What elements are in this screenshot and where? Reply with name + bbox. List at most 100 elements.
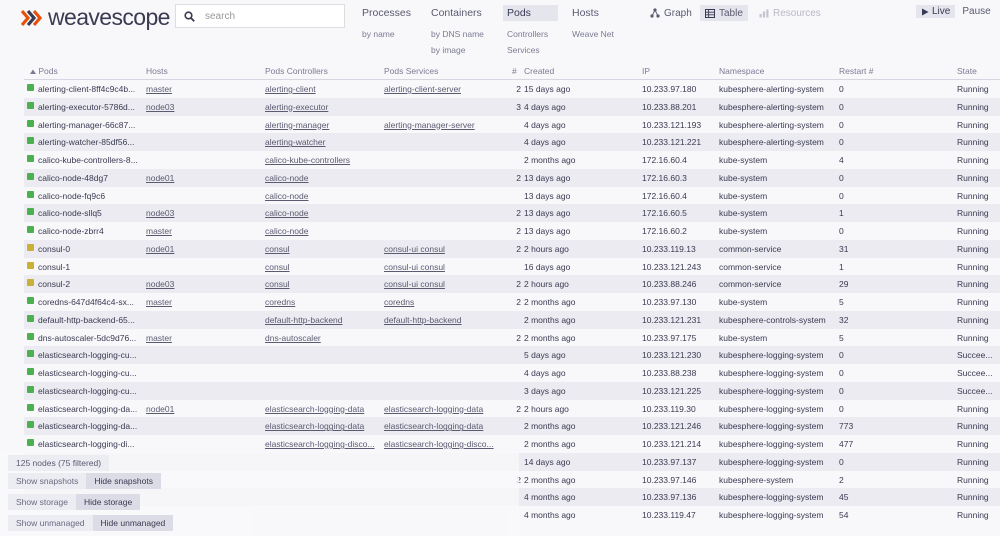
table-row[interactable]: calico-node-48dg7 node01 calico-node 2 13 da… xyxy=(24,168,1000,187)
table-row[interactable]: alerting-executor-5786d... node03 alerting… xyxy=(24,97,1000,116)
cell-ns: kubesphere-logging-system xyxy=(719,510,824,520)
table-row[interactable]: calico-kube-controllers-8... calico-kube-… xyxy=(24,151,1000,169)
column-services-header[interactable]: Pods Services xyxy=(384,66,438,76)
column-controllers-header[interactable]: Pods Controllers xyxy=(265,66,328,76)
cell-service[interactable]: consul-ui consul xyxy=(384,279,496,289)
cell-host[interactable]: master xyxy=(146,84,246,94)
cell-service[interactable]: elasticsearch-logging-data xyxy=(384,404,496,414)
cell-host[interactable]: node03 xyxy=(146,208,246,218)
cell-controller[interactable]: elasticsearch-logging-data xyxy=(265,421,380,431)
cell-controller[interactable]: calico-kube-controllers xyxy=(265,155,380,165)
cell-restart: 54 xyxy=(839,510,849,520)
column-restart-header[interactable]: Restart # xyxy=(839,66,874,76)
cell-controller[interactable]: consul xyxy=(265,279,380,289)
logo[interactable]: weavescope xyxy=(20,4,170,31)
cell-service[interactable]: consul-ui consul xyxy=(384,262,496,272)
cell-controller[interactable]: alerting-manager xyxy=(265,120,380,130)
table-row[interactable]: elasticsearch-logging-cu... 4 days ago 10.… xyxy=(24,364,1000,382)
cell-state: Succee... xyxy=(957,368,993,378)
table-row[interactable]: consul-1 consul consul-ui consul 16 days ag… xyxy=(24,258,1000,276)
cell-service[interactable]: alerting-client-server xyxy=(384,84,496,94)
cell-state: Succee... xyxy=(957,350,993,361)
sub-tab-controllers[interactable]: Controllers xyxy=(503,27,573,41)
cell-controller[interactable]: calico-node xyxy=(265,173,380,183)
column-created-header[interactable]: Created xyxy=(524,66,554,76)
cell-service[interactable]: alerting-manager-server xyxy=(384,120,496,130)
show-unmanaged-button[interactable]: Show unmanaged xyxy=(8,515,93,531)
cell-controller[interactable]: consul xyxy=(265,244,380,254)
cell-controller[interactable]: coredns xyxy=(265,297,380,307)
cell-controller[interactable]: elasticsearch-logging-disco... xyxy=(265,439,380,449)
tab-hosts[interactable]: Hosts xyxy=(568,5,638,21)
table-row[interactable]: default-http-backend-65... default-http-b… xyxy=(24,310,1000,329)
cell-controller[interactable]: consul xyxy=(265,262,380,272)
column-namespace-header[interactable]: Namespace xyxy=(719,66,764,76)
column-pods-header[interactable]: Pods xyxy=(30,66,58,76)
cell-controller[interactable]: alerting-watcher xyxy=(265,137,380,147)
cell-controller[interactable]: alerting-client xyxy=(265,84,380,94)
cell-service[interactable]: consul-ui consul xyxy=(384,244,496,254)
table-row[interactable]: elasticsearch-logging-cu... 3 days ago 10.… xyxy=(24,381,1000,400)
column-ip-header[interactable]: IP xyxy=(642,66,650,76)
cell-controller[interactable]: calico-node xyxy=(265,208,380,218)
cell-service[interactable]: default-http-backend xyxy=(384,315,496,325)
column-hosts-header[interactable]: Hosts xyxy=(146,66,168,76)
table-view-button[interactable]: Table xyxy=(700,5,748,21)
table-row[interactable]: calico-node-zbrr4 master calico-node 2 13 da… xyxy=(24,222,1000,240)
show-storage-button[interactable]: Show storage xyxy=(8,494,76,510)
sub-tab-services[interactable]: Services xyxy=(503,43,573,57)
table-row[interactable]: alerting-manager-66c87... alerting-manage… xyxy=(24,116,1000,134)
graph-view-button[interactable]: Graph xyxy=(645,5,697,21)
cell-controller[interactable]: alerting-executor xyxy=(265,102,380,112)
table-row[interactable]: consul-0 node01 consul consul-ui consul 2 2 h… xyxy=(24,239,1000,258)
cell-controller[interactable]: calico-node xyxy=(265,226,380,236)
cell-count: 2 xyxy=(516,208,521,219)
cell-controller[interactable]: default-http-backend xyxy=(265,315,380,325)
table-row[interactable]: elasticsearch-logging-da... node01 elastic… xyxy=(24,400,1000,418)
live-button[interactable]: Live xyxy=(916,5,956,18)
cell-controller[interactable]: calico-node xyxy=(265,191,380,201)
cell-service[interactable]: elasticsearch-logging-disco... xyxy=(384,439,496,449)
cell-service[interactable]: coredns xyxy=(384,297,496,307)
cell-host[interactable]: master xyxy=(146,333,246,343)
column-count-header[interactable]: # xyxy=(512,66,517,76)
tab-processes[interactable]: Processes xyxy=(358,5,428,21)
table-row[interactable]: alerting-client-8ff4c9c4b... master alerti… xyxy=(24,80,1000,98)
table-row[interactable]: elasticsearch-logging-di... elasticsearch… xyxy=(24,435,1000,453)
sub-tab-by-name[interactable]: by name xyxy=(358,27,428,41)
table-row[interactable]: coredns-647d4f64c4-sx... master coredns cor… xyxy=(24,293,1000,311)
table-row[interactable]: calico-node-sllq5 node03 calico-node 2 13 da… xyxy=(24,204,1000,222)
cell-host[interactable]: node01 xyxy=(146,173,246,183)
hide-storage-button[interactable]: Hide storage xyxy=(75,494,141,510)
sub-tab-by-dns-name[interactable]: by DNS name xyxy=(427,27,497,41)
pause-button[interactable]: Pause xyxy=(960,5,992,18)
tab-pods[interactable]: Pods xyxy=(503,5,558,21)
cell-ip: 10.233.97.180 xyxy=(642,84,697,94)
cell-host[interactable]: node03 xyxy=(146,102,246,112)
tab-containers[interactable]: Containers xyxy=(427,5,497,21)
table-row[interactable]: elasticsearch-logging-cu... 5 days ago 10.… xyxy=(24,346,1000,364)
show-snapshots-button[interactable]: Show snapshots xyxy=(8,473,87,489)
hide-unmanaged-button[interactable]: Hide unmanaged xyxy=(92,515,174,531)
table-row[interactable]: alerting-watcher-85df56... alerting-watch… xyxy=(24,133,1000,151)
cell-controller[interactable]: dns-autoscaler xyxy=(265,333,380,343)
pod-status-icon xyxy=(27,137,34,145)
sub-tab-weave-net[interactable]: Weave Net xyxy=(568,27,638,41)
hide-snapshots-button[interactable]: Hide snapshots xyxy=(86,473,161,489)
table-row[interactable]: elasticsearch-logging-da... elasticsearch… xyxy=(24,417,1000,435)
cell-service[interactable]: elasticsearch-logging-data xyxy=(384,421,496,431)
cell-host[interactable]: master xyxy=(146,297,246,307)
resources-view-button[interactable]: Resources xyxy=(754,5,826,21)
table-row[interactable]: calico-node-fq9c6 calico-node 13 days ago 1… xyxy=(24,187,1000,205)
column-state-header[interactable]: State xyxy=(957,66,977,76)
sub-tab-by-image[interactable]: by image xyxy=(427,43,497,57)
cell-controller[interactable]: elasticsearch-logging-data xyxy=(265,404,380,414)
cell-host[interactable]: node03 xyxy=(146,279,246,289)
cell-host[interactable]: master xyxy=(146,226,246,236)
search-input[interactable] xyxy=(205,10,325,22)
cell-host[interactable]: node01 xyxy=(146,404,246,414)
table-row[interactable]: consul-2 node03 consul consul-ui consul 2 2 h… xyxy=(24,275,1000,293)
table-row[interactable]: dns-autoscaler-5dc9d76... master dns-autos… xyxy=(24,329,1000,347)
search-box[interactable] xyxy=(175,4,345,28)
cell-host[interactable]: node01 xyxy=(146,244,246,254)
